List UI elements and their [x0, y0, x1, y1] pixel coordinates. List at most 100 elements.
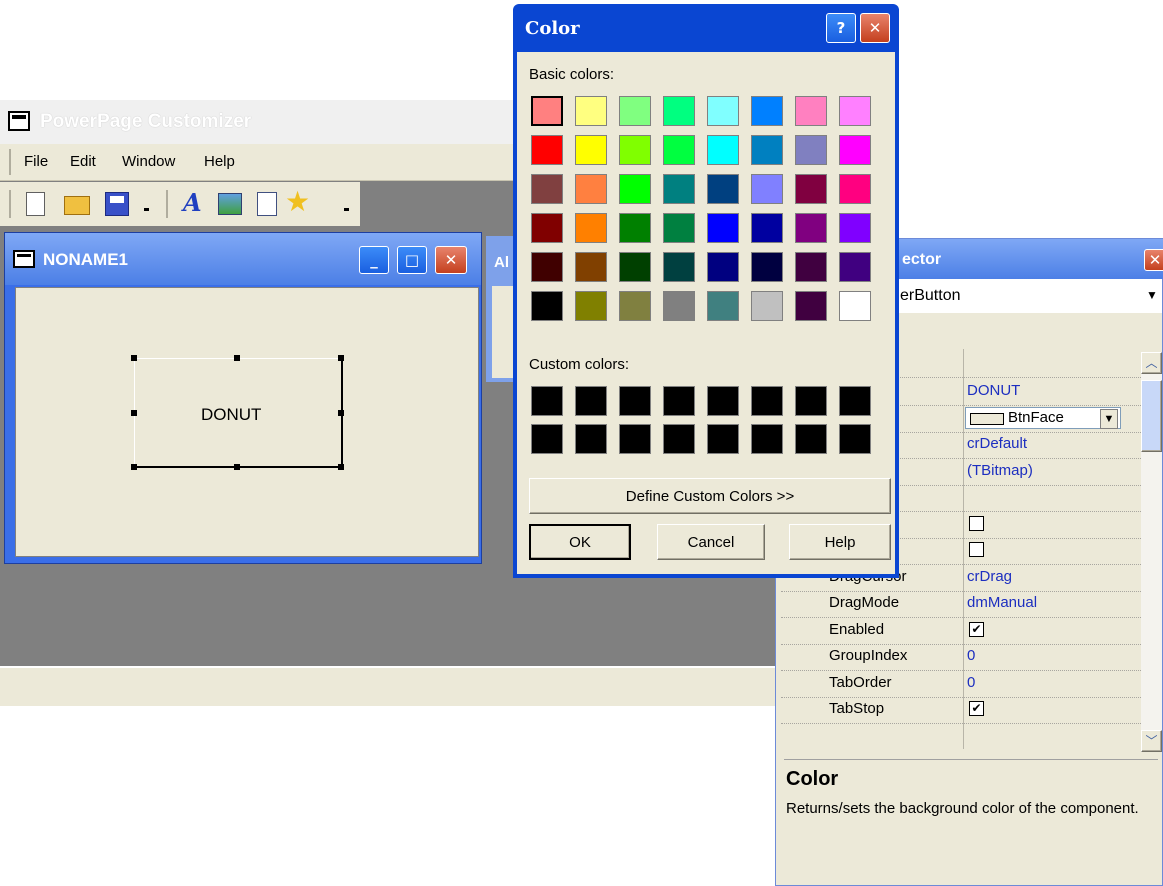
- document-tool-icon[interactable]: [257, 192, 277, 216]
- color-swatch[interactable]: [619, 135, 651, 165]
- close-button[interactable]: ✕: [435, 246, 467, 274]
- save-dropdown-icon[interactable]: [144, 208, 149, 211]
- property-value[interactable]: 0: [967, 647, 975, 664]
- color-swatch[interactable]: [839, 174, 871, 204]
- property-checkbox[interactable]: ✔: [969, 701, 984, 716]
- property-row[interactable]: DragMode dmManual: [781, 590, 1141, 618]
- color-swatch[interactable]: [531, 213, 563, 243]
- color-swatch[interactable]: [839, 291, 871, 321]
- property-value[interactable]: (TBitmap): [967, 462, 1033, 479]
- custom-color-swatch[interactable]: [575, 386, 607, 416]
- custom-color-swatch[interactable]: [663, 386, 695, 416]
- open-folder-icon[interactable]: [64, 196, 90, 215]
- menu-edit[interactable]: Edit: [70, 153, 96, 170]
- color-swatch[interactable]: [795, 213, 827, 243]
- color-swatch[interactable]: [839, 252, 871, 282]
- color-swatch[interactable]: [795, 291, 827, 321]
- property-value[interactable]: dmManual: [967, 594, 1037, 611]
- partial-child-window[interactable]: Al: [486, 236, 516, 382]
- menu-file[interactable]: File: [24, 153, 48, 170]
- selection-handle[interactable]: [131, 410, 137, 416]
- color-swatch[interactable]: [619, 174, 651, 204]
- custom-color-swatch[interactable]: [839, 424, 871, 454]
- property-row[interactable]: GroupIndex 0: [781, 643, 1141, 671]
- cancel-button[interactable]: Cancel: [657, 524, 765, 560]
- scroll-down-button[interactable]: ﹀: [1141, 730, 1162, 752]
- property-value[interactable]: DONUT: [967, 382, 1020, 399]
- help-question-button[interactable]: ?: [826, 13, 856, 43]
- custom-color-swatch[interactable]: [795, 424, 827, 454]
- new-file-icon[interactable]: [26, 192, 45, 216]
- custom-color-swatch[interactable]: [751, 386, 783, 416]
- color-swatch[interactable]: [619, 252, 651, 282]
- color-swatch[interactable]: [839, 213, 871, 243]
- color-swatch[interactable]: [575, 291, 607, 321]
- color-swatch[interactable]: [663, 252, 695, 282]
- chevron-down-icon[interactable]: ▼: [1146, 288, 1158, 302]
- star-dropdown-icon[interactable]: [344, 208, 349, 211]
- color-swatch[interactable]: [619, 96, 651, 126]
- color-swatch[interactable]: [707, 213, 739, 243]
- property-value[interactable]: crDefault: [967, 435, 1027, 452]
- color-swatch[interactable]: [839, 96, 871, 126]
- color-swatch[interactable]: [707, 291, 739, 321]
- maximize-button[interactable]: □: [397, 246, 427, 274]
- ok-button[interactable]: OK: [529, 524, 631, 560]
- property-value[interactable]: 0: [967, 674, 975, 691]
- selection-handle[interactable]: [234, 355, 240, 361]
- dialog-close-button[interactable]: ✕: [860, 13, 890, 43]
- color-swatch[interactable]: [707, 96, 739, 126]
- help-button[interactable]: Help: [789, 524, 891, 560]
- menu-help[interactable]: Help: [204, 153, 235, 170]
- property-checkbox[interactable]: ✔: [969, 621, 984, 637]
- color-swatch[interactable]: [663, 213, 695, 243]
- custom-color-swatch[interactable]: [531, 386, 563, 416]
- color-swatch[interactable]: [575, 213, 607, 243]
- color-swatch[interactable]: [795, 135, 827, 165]
- color-swatch[interactable]: [707, 174, 739, 204]
- property-value[interactable]: crDrag: [967, 568, 1012, 585]
- property-row[interactable]: TabStop ✔: [781, 696, 1141, 724]
- color-swatch[interactable]: [795, 174, 827, 204]
- property-row[interactable]: Enabled ✔: [781, 617, 1141, 645]
- selection-handle[interactable]: [338, 410, 344, 416]
- color-value-selector[interactable]: BtnFace ▼: [965, 406, 1121, 429]
- property-scrollbar[interactable]: ︿ ﹀: [1141, 352, 1162, 752]
- color-swatch[interactable]: [795, 252, 827, 282]
- custom-color-swatch[interactable]: [795, 386, 827, 416]
- color-swatch[interactable]: [839, 135, 871, 165]
- color-swatch[interactable]: [751, 252, 783, 282]
- image-tool-icon[interactable]: [218, 193, 242, 215]
- color-swatch[interactable]: [707, 252, 739, 282]
- color-swatch[interactable]: [619, 291, 651, 321]
- scroll-up-button[interactable]: ︿: [1141, 352, 1162, 374]
- color-swatch[interactable]: [531, 174, 563, 204]
- property-checkbox[interactable]: [969, 515, 984, 531]
- color-swatch[interactable]: [751, 96, 783, 126]
- custom-color-swatch[interactable]: [751, 424, 783, 454]
- color-swatch[interactable]: [531, 135, 563, 165]
- property-checkbox[interactable]: [969, 542, 984, 557]
- color-swatch[interactable]: [751, 135, 783, 165]
- scroll-thumb[interactable]: [1141, 380, 1162, 452]
- color-swatch[interactable]: [531, 252, 563, 282]
- text-tool-icon[interactable]: A: [183, 188, 202, 217]
- selection-handle[interactable]: [131, 464, 137, 470]
- color-swatch[interactable]: [575, 96, 607, 126]
- color-swatch[interactable]: [531, 291, 563, 321]
- custom-color-swatch[interactable]: [619, 386, 651, 416]
- inspector-close-button[interactable]: ✕: [1144, 249, 1163, 271]
- selection-handle[interactable]: [131, 355, 137, 361]
- custom-color-swatch[interactable]: [707, 424, 739, 454]
- custom-color-swatch[interactable]: [575, 424, 607, 454]
- color-swatch[interactable]: [531, 96, 563, 126]
- define-custom-colors-button[interactable]: Define Custom Colors >>: [529, 478, 891, 514]
- donut-button[interactable]: DONUT: [134, 358, 343, 468]
- child-title-bar[interactable]: NONAME1 _ □ ✕: [5, 233, 481, 285]
- minimize-button[interactable]: _: [359, 246, 389, 274]
- selection-handle[interactable]: [338, 355, 344, 361]
- custom-color-swatch[interactable]: [619, 424, 651, 454]
- save-icon[interactable]: [105, 192, 129, 216]
- color-swatch[interactable]: [575, 174, 607, 204]
- color-swatch[interactable]: [795, 96, 827, 126]
